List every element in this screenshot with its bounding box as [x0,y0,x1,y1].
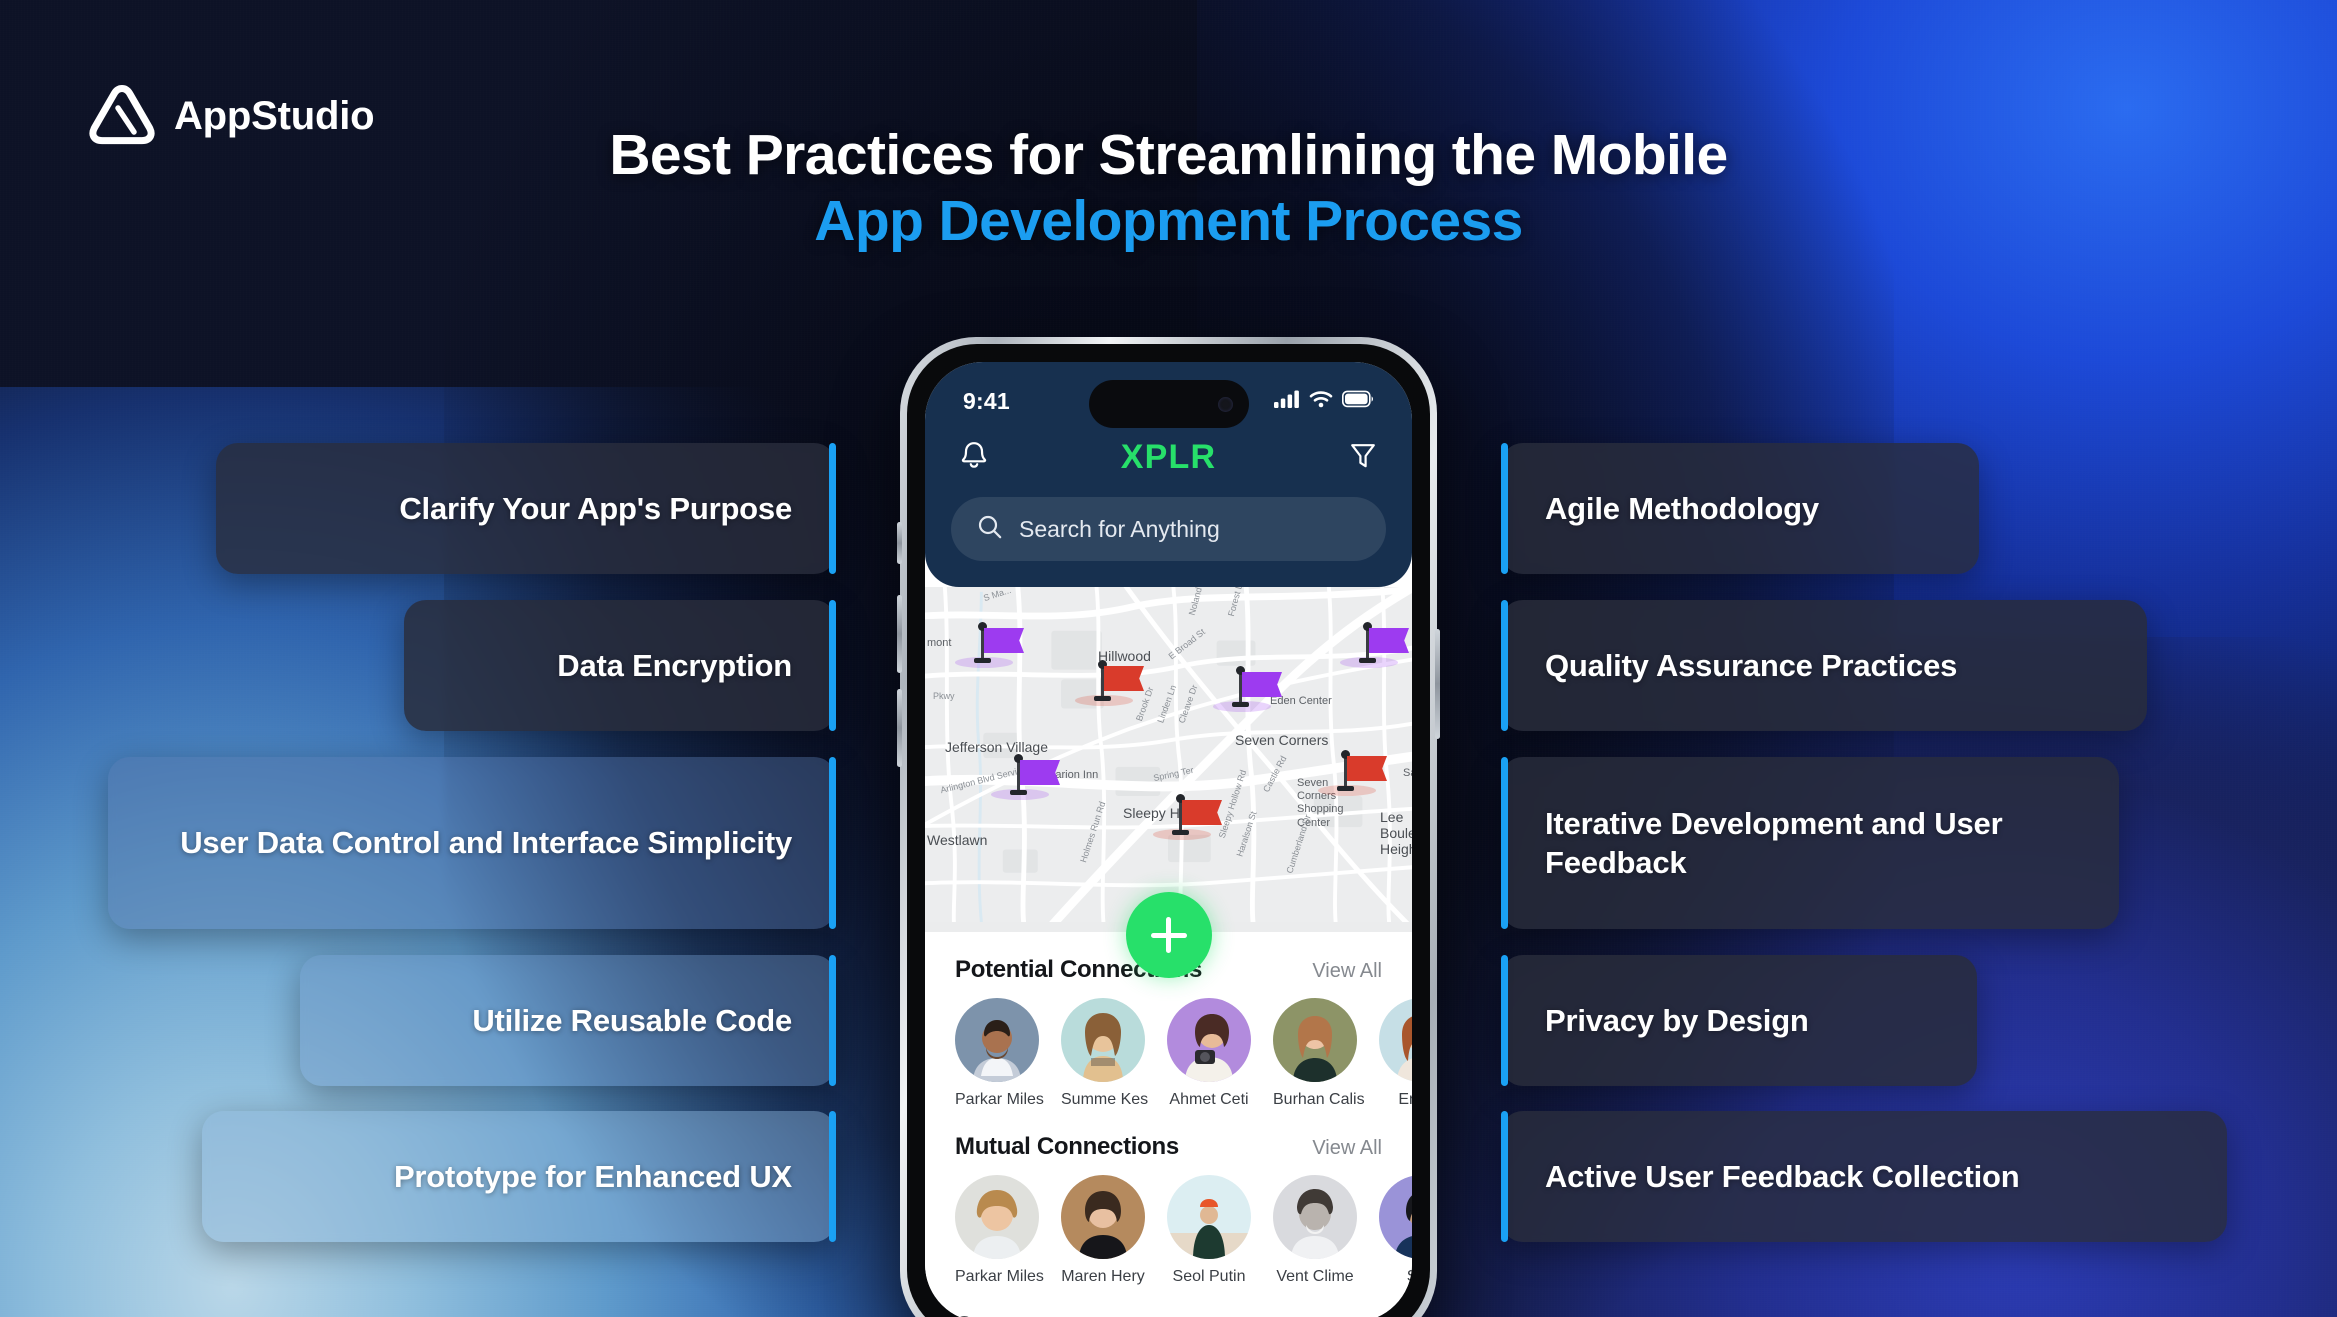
right-card-4-accent-bar [1501,955,1508,1086]
left-card-4-label: Utilize Reusable Code [472,1002,792,1038]
left-card-3[interactable]: User Data Control and Interface Simplici… [108,757,836,929]
search-input[interactable]: Search for Anything [951,497,1386,561]
app-header: 9:41 XPLR Search for Anything [925,362,1412,587]
app-name: XPLR [1120,438,1217,476]
view-all-link[interactable]: View All [1312,1137,1382,1160]
page-title-line2: App Development Process [814,188,1523,253]
signal-bars-icon [1274,390,1300,413]
avatar [1167,998,1251,1082]
right-card-2[interactable]: Quality Assurance Practices [1501,600,2147,731]
right-card-3-label: Iterative Development and User Feedback [1545,805,2003,880]
left-card-1-label: Clarify Your App's Purpose [399,490,792,526]
phone-bezel: 9:41 XPLR Search for Anything mont Hillw… [907,344,1430,1317]
phone-frame: 9:41 XPLR Search for Anything mont Hillw… [897,337,1440,1317]
avatar [1061,998,1145,1082]
person-card[interactable]: Emine [1379,998,1412,1109]
phone-mockup: 9:41 XPLR Search for Anything mont Hillw… [897,337,1440,1317]
right-card-1[interactable]: Agile Methodology [1501,443,1979,574]
phone-screen: 9:41 XPLR Search for Anything mont Hillw… [925,362,1412,1317]
section-header-groups: Groups View All [925,1286,1412,1317]
page-title: Best Practices for Streamlining the Mobi… [0,123,2337,255]
left-card-4[interactable]: Utilize Reusable Code [300,955,836,1086]
section-header-mutual-connections: Mutual Connections View All [925,1109,1412,1161]
section-title: Groups [955,1312,1039,1317]
right-card-2-accent-bar [1501,600,1508,731]
phone-mute-button[interactable] [897,522,902,564]
status-bar: 9:41 [925,380,1412,428]
dynamic-island [1088,380,1249,428]
left-card-3-label: User Data Control and Interface Simplici… [180,825,792,861]
right-card-3[interactable]: Iterative Development and User Feedback [1501,757,2119,929]
status-bar-time: 9:41 [963,387,1010,414]
notification-bell-icon[interactable] [959,439,989,476]
person-name: Emine [1398,1091,1412,1108]
people-list-mutual[interactable]: Parkar Miles Maren Hery Seol Putin Vent … [925,1161,1412,1286]
avatar [1379,998,1412,1082]
person-card[interactable]: Seol Putin [1167,1175,1251,1286]
person-name: Sen [1379,1268,1412,1286]
phone-power-button[interactable] [1435,629,1440,739]
search-placeholder-text: Search for Anything [1019,515,1220,542]
content-sheet: Potential Connections View All Parkar Mi… [925,892,1412,1317]
right-card-5-label: Active User Feedback Collection [1545,1158,2020,1194]
right-card-4[interactable]: Privacy by Design [1501,955,1977,1086]
person-name: Maren Hery [1061,1268,1145,1285]
avatar [1273,1175,1357,1259]
person-name: Seol Putin [1172,1268,1246,1285]
person-name: Vent Clime [1276,1268,1354,1285]
left-card-1-accent-bar [829,443,836,574]
wifi-icon [1309,390,1333,413]
right-card-5-accent-bar [1501,1111,1508,1242]
page-title-line1: Best Practices for Streamlining the Mobi… [609,123,1728,187]
left-card-5[interactable]: Prototype for Enhanced UX [202,1111,836,1242]
left-card-5-label: Prototype for Enhanced UX [393,1158,792,1194]
person-name: Ahmet Ceti [1169,1091,1249,1108]
phone-volume-down-button[interactable] [897,689,902,767]
view-all-link[interactable]: View All [1312,960,1382,983]
right-card-3-accent-bar [1501,757,1508,929]
add-plus-button[interactable] [1125,892,1212,978]
avatar [955,1175,1039,1259]
add-plus-icon-horizontal [1150,932,1187,938]
left-card-1[interactable]: Clarify Your App's Purpose [216,443,836,574]
person-card[interactable]: Ahmet Ceti [1167,998,1251,1109]
person-card[interactable]: Sen [1379,1175,1412,1286]
person-card[interactable]: Parkar Miles [955,1175,1044,1286]
person-name: Parkar Miles [955,1268,1044,1285]
avatar [1061,1175,1145,1259]
front-camera-icon [1217,396,1233,412]
person-card[interactable]: Burhan Calis [1273,998,1365,1109]
avatar [1273,998,1357,1082]
left-card-3-accent-bar [829,757,836,929]
person-card[interactable]: Summe Kes [1061,998,1149,1109]
right-card-1-label: Agile Methodology [1545,490,1819,526]
avatar [1379,1175,1412,1259]
avatar [1167,1175,1251,1259]
left-card-4-accent-bar [829,955,836,1086]
right-card-4-label: Privacy by Design [1545,1002,1809,1038]
filter-funnel-icon[interactable] [1348,439,1378,476]
left-card-2-label: Data Encryption [557,647,792,683]
search-section: Search for Anything [925,477,1412,561]
search-icon [977,514,1003,545]
map-view[interactable]: mont Hillwood Eden Center Seven Corners … [925,587,1412,932]
person-card[interactable]: Maren Hery [1061,1175,1145,1286]
person-card[interactable]: Vent Clime [1273,1175,1357,1286]
right-card-5[interactable]: Active User Feedback Collection [1501,1111,2227,1242]
right-card-2-label: Quality Assurance Practices [1545,647,1958,683]
person-name: Summe Kes [1061,1091,1149,1108]
phone-volume-up-button[interactable] [897,595,902,673]
person-card[interactable]: Parkar Miles [955,998,1044,1109]
left-card-5-accent-bar [829,1111,836,1242]
left-card-2[interactable]: Data Encryption [404,600,836,731]
left-card-2-accent-bar [829,600,836,731]
section-title: Mutual Connections [955,1133,1179,1160]
avatar [955,998,1039,1082]
people-list-potential[interactable]: Parkar Miles Summe Kes Ahmet Ceti Burhan… [925,984,1412,1109]
person-name: Burhan Calis [1273,1091,1365,1108]
person-name: Parkar Miles [955,1091,1044,1108]
battery-full-icon [1342,390,1374,413]
right-card-1-accent-bar [1501,443,1508,574]
